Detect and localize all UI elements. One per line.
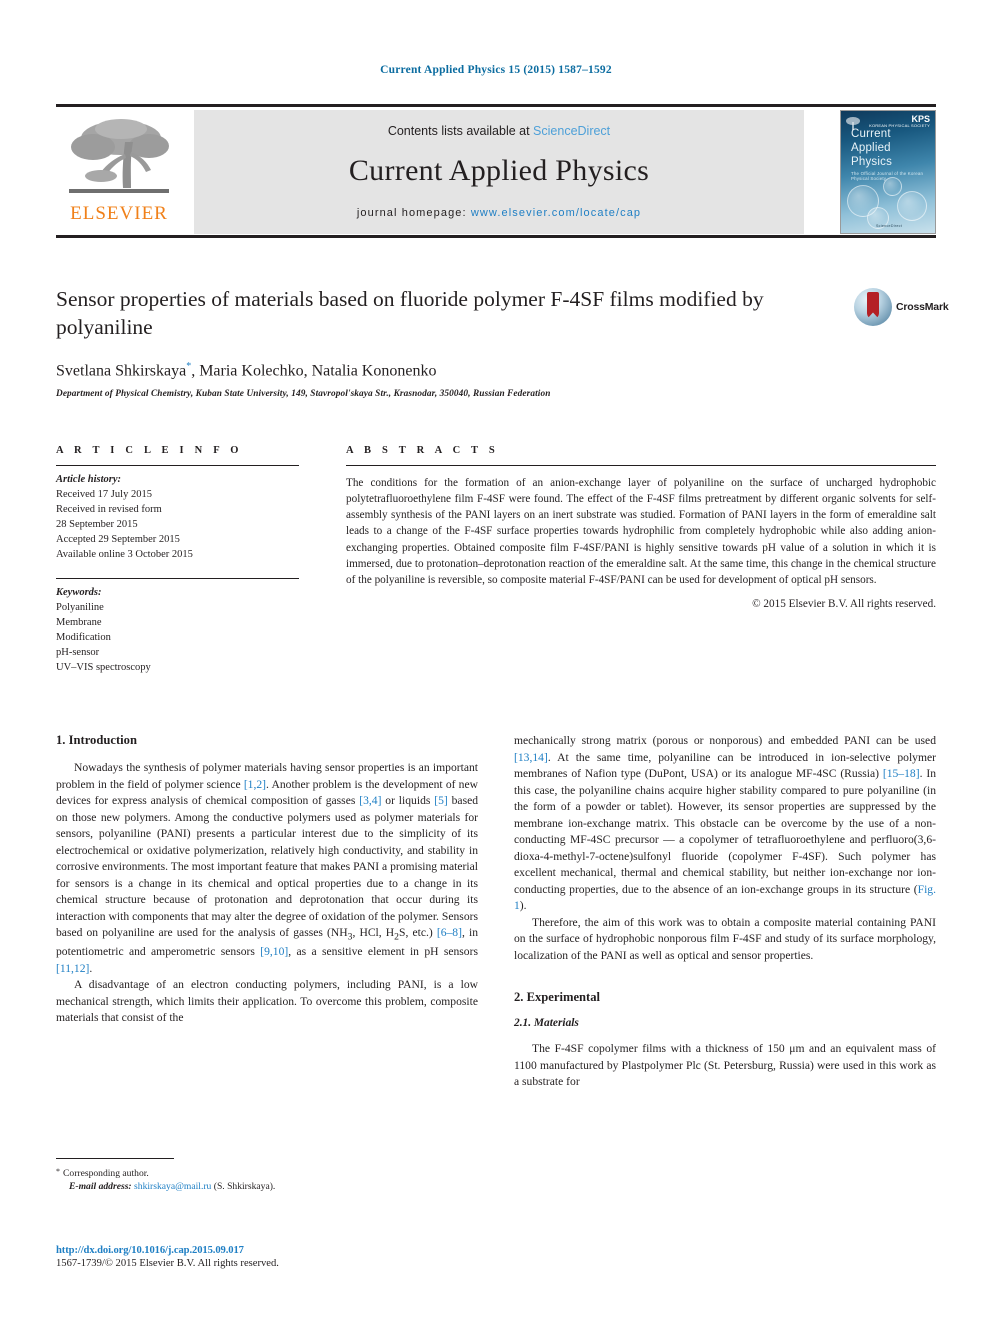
right-paragraph-2: Therefore, the aim of this work was to o… [514, 915, 936, 962]
keyword-item: pH-sensor [56, 647, 100, 659]
article-info-heading: A R T I C L E I N F O [56, 445, 243, 456]
elsevier-wordmark: ELSEVIER [70, 203, 168, 224]
text-run: , as a sensitive element in pH sensors [288, 945, 478, 959]
abstract-text: The conditions for the formation of an a… [346, 477, 936, 586]
author-primary: Svetlana Shkirskaya [56, 362, 187, 380]
subsection-heading-materials: 2.1. Materials [514, 1017, 579, 1030]
footnote-rule [56, 1158, 174, 1159]
keyword-item: Modification [56, 632, 111, 644]
right-paragraph-1: mechanically strong matrix (porous or no… [514, 733, 936, 915]
text-run: S, etc.) [399, 926, 437, 940]
sciencedirect-link[interactable]: ScienceDirect [533, 124, 610, 138]
text-run: mechanically strong matrix (porous or no… [514, 734, 936, 747]
keyword-item: UV–VIS spectroscopy [56, 661, 151, 673]
history-item: Received 17 July 2015 [56, 488, 152, 500]
history-item: Available online 3 October 2015 [56, 548, 193, 560]
cover-bubble-icon [883, 177, 902, 196]
email-label: E-mail address: [69, 1181, 132, 1193]
intro-paragraph-2: A disadvantage of an electron conducting… [56, 978, 478, 1025]
intro-paragraph-1: Nowadays the synthesis of polymer materi… [56, 760, 478, 977]
crossmark-label: CrossMark [896, 301, 949, 313]
citation-ref[interactable]: [1,2] [244, 778, 266, 791]
issn-copyright-line: 1567-1739/© 2015 Elsevier B.V. All right… [56, 1258, 279, 1269]
history-item: 28 September 2015 [56, 518, 138, 530]
journal-cover-thumbnail[interactable]: KPS KOREAN PHYSICAL SOCIETY Current Appl… [840, 110, 936, 234]
footnote-star: * [56, 1167, 60, 1176]
running-head: Current Applied Physics 15 (2015) 1587–1… [380, 64, 612, 76]
cover-bubble-icon [897, 191, 927, 221]
doi-block: http://dx.doi.org/10.1016/j.cap.2015.09.… [56, 1245, 496, 1269]
text-run: , HCl, H [352, 926, 395, 940]
journal-homepage-line: journal homepage: www.elsevier.com/locat… [194, 207, 804, 219]
abstract-column: A B S T R A C T S The conditions for the… [346, 445, 936, 610]
abstract-rule [346, 465, 936, 466]
article-history-block: Article history: Received 17 July 2015 R… [56, 473, 299, 562]
cover-footer: ScienceDirect [875, 224, 903, 228]
affiliation: Department of Physical Chemistry, Kuban … [56, 389, 551, 400]
keyword-item: Polyaniline [56, 602, 104, 614]
body-column-left: 1. Introduction Nowadays the synthesis o… [56, 733, 478, 1027]
email-suffix: (S. Shkirskaya). [211, 1181, 276, 1193]
text-run: . [89, 961, 93, 975]
history-item: Received in revised form [56, 503, 162, 515]
journal-info-panel: Contents lists available at ScienceDirec… [194, 110, 804, 234]
crossmark-badge[interactable]: CrossMark [854, 288, 949, 328]
citation-ref[interactable]: [13,14] [514, 751, 548, 764]
page-title: Sensor properties of materials based on … [56, 287, 764, 339]
masthead-rule-bottom [56, 235, 936, 238]
paper-page: Current Applied Physics 15 (2015) 1587–1… [0, 0, 992, 1323]
journal-masthead: ELSEVIER Contents lists available at Sci… [56, 104, 936, 238]
author-list: Svetlana Shkirskaya*, Maria Kolechko, Na… [56, 361, 936, 380]
body-column-right: mechanically strong matrix (porous or no… [514, 733, 936, 1091]
article-history-label: Article history: [56, 474, 122, 485]
history-item: Accepted 29 September 2015 [56, 533, 180, 545]
journal-title: Current Applied Physics [348, 154, 650, 187]
text-run: or liquids [381, 794, 435, 808]
masthead-rule-top [56, 104, 936, 107]
citation-ref[interactable]: [15–18] [883, 767, 920, 780]
citation-ref[interactable]: [11,12] [56, 962, 89, 975]
crossmark-icon [854, 288, 892, 326]
footnote-block: * Corresponding author. E-mail address: s… [56, 1158, 478, 1193]
text-run: ). [519, 899, 527, 913]
corresponding-author-line: * Corresponding author. [56, 1166, 478, 1180]
citation-ref[interactable]: [6–8] [437, 926, 462, 939]
text-run: . At the same time, polyaniline can be i… [514, 750, 936, 781]
journal-homepage-link[interactable]: www.elsevier.com/locate/cap [471, 207, 641, 219]
contents-available-line: Contents lists available at ScienceDirec… [194, 110, 804, 138]
text-run: . In this case, the polyaniline chains a… [514, 767, 936, 896]
keywords-label: Keywords: [56, 587, 102, 599]
elsevier-tree-icon [69, 119, 169, 193]
keywords-block: Keywords: Polyaniline Membrane Modificat… [56, 586, 299, 675]
section-heading-experimental: 2. Experimental [514, 990, 601, 1005]
title-block: Sensor properties of materials based on … [56, 286, 949, 400]
citation-ref[interactable]: [5] [434, 794, 448, 807]
section-heading-introduction: 1. Introduction [56, 733, 137, 747]
elsevier-logo[interactable]: ELSEVIER [56, 110, 182, 234]
homepage-prefix: journal homepage: [356, 207, 471, 219]
citation-ref[interactable]: [3,4] [359, 794, 381, 807]
text-run: based on those new polymers. Among the c… [56, 794, 479, 940]
article-info-rule [56, 465, 299, 466]
corresponding-author-label: Corresponding author. [63, 1168, 149, 1179]
abstract-heading: A B S T R A C T S [346, 445, 499, 456]
citation-ref[interactable]: [9,10] [260, 945, 288, 958]
email-link[interactable]: shkirskaya@mail.ru [134, 1181, 211, 1192]
keywords-rule [56, 578, 299, 580]
abstract-copyright: © 2015 Elsevier B.V. All rights reserved… [752, 597, 936, 610]
doi-link[interactable]: http://dx.doi.org/10.1016/j.cap.2015.09.… [56, 1245, 496, 1256]
cover-title: Current Applied Physics [851, 128, 893, 169]
contents-prefix: Contents lists available at [387, 124, 534, 138]
author-others: , Maria Kolechko, Natalia Kononenko [191, 362, 437, 380]
keyword-item: Membrane [56, 617, 102, 629]
materials-paragraph-1: The F-4SF copolymer films with a thickne… [514, 1042, 936, 1089]
email-line: E-mail address: shkirskaya@mail.ru (S. S… [56, 1180, 478, 1193]
article-info-column: A R T I C L E I N F O Article history: R… [56, 445, 299, 676]
